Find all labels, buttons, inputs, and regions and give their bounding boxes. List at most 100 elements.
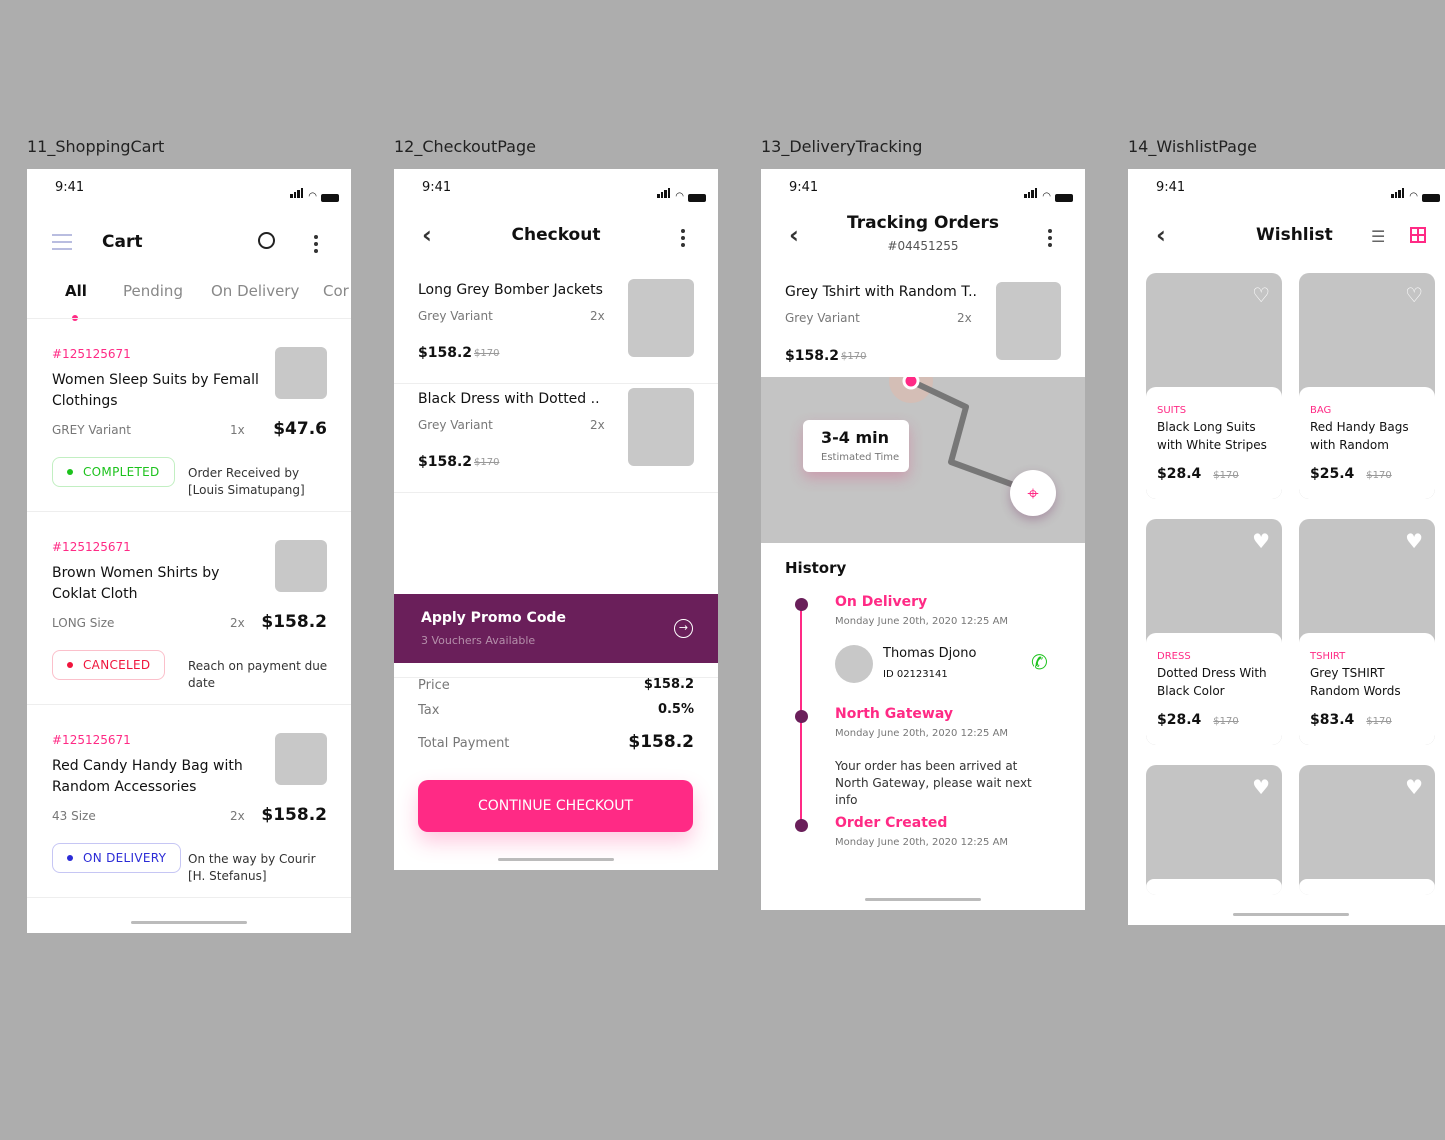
status-dot [67,469,73,475]
heart-icon[interactable]: ♡ [1405,283,1423,307]
status-time: 9:41 [789,180,819,195]
heart-icon[interactable]: ♥ [1405,775,1423,799]
more-icon[interactable] [1047,226,1053,250]
frame-label: 13_DeliveryTracking [761,137,923,156]
item-qty: 2x [590,309,605,323]
product-name: Red Handy Bags with Random [1310,420,1409,452]
status-dot [67,855,73,861]
price-row: $25.4 $170 [1310,466,1424,482]
item-qty: 2x [590,418,605,432]
back-icon[interactable]: ‹ [1156,221,1166,249]
price-row: $28.4 $170 [1157,712,1271,728]
home-indicator [865,898,981,901]
item-name: Long Grey Bomber Jackets [418,282,603,298]
order-qty: 1x [230,423,245,437]
signal-icon [1391,183,1405,202]
map[interactable]: 3-4 min Estimated Time ⌖ [761,359,1085,543]
order-variant: LONG Size [52,616,115,630]
page-title: Checkout [511,225,601,245]
item-old-price: $170 [841,351,867,362]
cart-item[interactable]: Black Dress with Dotted .. Grey Variant 2x… [394,383,718,493]
tab-pending[interactable]: Pending [123,282,183,300]
item-variant: Grey Variant [418,418,493,432]
signal-icon [1024,183,1038,202]
wifi-icon: ◠ [1042,191,1051,202]
list-view-icon[interactable]: ☰ [1371,227,1385,246]
wishlist-card[interactable]: ♥ TSHIRT Grey TSHIRT Random Words $83.4 $170 [1299,519,1435,745]
item-old-price: $170 [474,457,500,468]
order-price: $47.6 [273,419,327,439]
heart-icon[interactable]: ♥ [1405,529,1423,553]
page-title: Cart [102,232,143,252]
card-info: TSHIRT Grey TSHIRT Random Words $83.4 $170 [1299,633,1435,745]
wishlist-card[interactable]: ♡ BAG Red Handy Bags with Random $25.4 $170 [1299,273,1435,499]
product-name: Black Long Suits with White Stripes [1157,420,1267,452]
menu-icon[interactable] [52,234,72,250]
price-label: Price [418,678,450,693]
signal-icon [290,183,304,202]
card-info [1146,879,1282,895]
tab-all[interactable]: All [65,282,87,300]
status-time: 9:41 [1156,180,1186,195]
status-label: CANCELED [83,658,151,672]
battery-icon [688,194,706,202]
cart-item[interactable]: Long Grey Bomber Jackets Grey Variant 2x $1… [394,274,718,384]
card-info: DRESS Dotted Dress With Black Color $28.4 $… [1146,633,1282,745]
phone-icon[interactable]: ✆ [1031,650,1048,674]
order-card[interactable]: #125125671 Red Candy Handy Bag with Rando… [27,705,351,898]
product-image [275,347,327,399]
product-price: $25.4 [1310,466,1355,482]
status-icons: ◠ [657,183,706,202]
promo-title: Apply Promo Code [421,610,566,626]
courier-name: Thomas Djono [883,646,977,661]
page-title: Wishlist [1256,225,1333,245]
tab-completed[interactable]: Cor [323,282,349,300]
item-name: Grey Tshirt with Random T.. [785,284,977,300]
continue-checkout-button[interactable]: CONTINUE CHECKOUT [418,780,693,832]
status-badge: COMPLETED [52,457,175,487]
item-variant: Grey Variant [785,311,860,325]
order-card[interactable]: #125125671 Women Sleep Suits by Femall Cl… [27,319,351,512]
heart-icon[interactable]: ♥ [1252,529,1270,553]
status-icons: ◠ [290,183,339,202]
wishlist-card[interactable]: ♥ [1146,765,1282,895]
wishlist-card[interactable]: ♥ [1299,765,1435,895]
product-price: $28.4 [1157,712,1202,728]
cart-screen: 9:41 ◠ Cart All Pending On Delivery Cor … [27,169,351,933]
status-time: 9:41 [55,180,85,195]
order-id: #125125671 [52,733,131,747]
tracking-screen: 9:41 ◠ ‹ Tracking Orders #04451255 Grey … [761,169,1085,910]
wishlist-card[interactable]: ♥ DRESS Dotted Dress With Black Color $28.4… [1146,519,1282,745]
tax-value: 0.5% [657,702,694,717]
order-id: #04451255 [887,239,959,253]
heart-icon[interactable]: ♡ [1252,283,1270,307]
status-dot [67,662,73,668]
order-qty: 2x [230,616,245,630]
price-row: $83.4 $170 [1310,712,1424,728]
product-old-price: $170 [1366,470,1392,481]
tax-label: Tax [418,703,440,718]
location-pin-icon[interactable]: ⌖ [1010,470,1056,516]
wifi-icon: ◠ [1409,191,1418,202]
frame-label: 11_ShoppingCart [27,137,165,156]
search-icon[interactable] [258,232,275,249]
history-date: Monday June 20th, 2020 12:25 AM [835,616,1009,627]
status-label: COMPLETED [83,465,160,479]
more-icon[interactable] [680,226,686,250]
order-name: Red Candy Handy Bag with Random Accessor… [52,758,243,795]
order-note: Order Received by [Louis Simatupang] [188,466,305,497]
status-badge: ON DELIVERY [52,843,182,873]
product-category: BAG [1310,405,1332,416]
promo-code-button[interactable]: Apply Promo Code 3 Vouchers Available → [394,594,718,663]
more-icon[interactable] [313,232,319,256]
order-card[interactable]: #125125671 Brown Women Shirts by Coklat C… [27,512,351,705]
grid-view-icon[interactable] [1410,227,1426,243]
product-image [628,279,694,357]
order-price: $158.2 [261,612,327,632]
heart-icon[interactable]: ♥ [1252,775,1270,799]
order-id: #125125671 [52,540,131,554]
tab-on-delivery[interactable]: On Delivery [211,282,299,300]
wishlist-card[interactable]: ♡ SUITS Black Long Suits with White Stripe… [1146,273,1282,499]
price-row: $28.4 $170 [1157,466,1271,482]
status-badge: CANCELED [52,650,166,680]
